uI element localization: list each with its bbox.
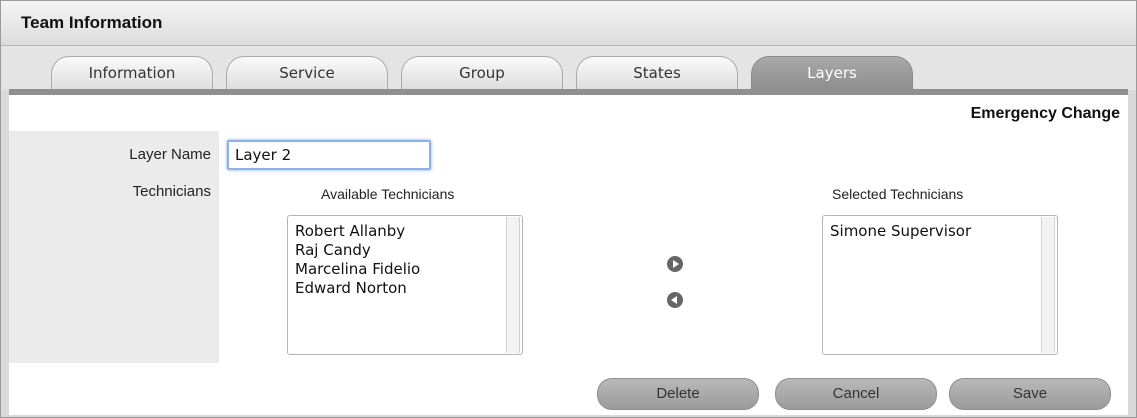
remove-technician-arrow-icon[interactable]	[667, 292, 683, 308]
save-button[interactable]: Save	[949, 378, 1111, 410]
layer-name-label: Layer Name	[129, 146, 211, 163]
available-list-scrollbar[interactable]	[506, 217, 520, 353]
tab-bar: Information Service Group States Layers	[1, 46, 1136, 90]
section-heading: Emergency Change	[970, 105, 1120, 122]
available-technicians-list[interactable]: Robert Allanby Raj Candy Marcelina Fidel…	[287, 215, 523, 355]
cancel-button[interactable]: Cancel	[775, 378, 937, 410]
list-item[interactable]: Marcelina Fidelio	[288, 260, 420, 279]
tab-states[interactable]: States	[576, 56, 738, 89]
label-column: Layer Name Technicians	[9, 131, 219, 363]
panel-header: Team Information	[1, 1, 1136, 46]
team-information-panel: Team Information Information Service Gro…	[0, 0, 1137, 418]
layer-name-input[interactable]: Layer 2	[227, 140, 431, 170]
list-item[interactable]: Raj Candy	[288, 241, 420, 260]
tab-service[interactable]: Service	[226, 56, 388, 89]
delete-button[interactable]: Delete	[597, 378, 759, 410]
tab-information[interactable]: Information	[51, 56, 213, 89]
list-item[interactable]: Edward Norton	[288, 279, 420, 298]
list-item[interactable]: Simone Supervisor	[823, 222, 971, 241]
tab-group[interactable]: Group	[401, 56, 563, 89]
list-item[interactable]: Robert Allanby	[288, 222, 420, 241]
selected-technicians-list[interactable]: Simone Supervisor	[822, 215, 1058, 355]
selected-list-scrollbar[interactable]	[1041, 217, 1055, 353]
technicians-label: Technicians	[132, 183, 211, 200]
available-technicians-header: Available Technicians	[321, 186, 455, 202]
layers-content: Emergency Change Layer Name Technicians …	[9, 89, 1128, 415]
tab-layers[interactable]: Layers	[751, 56, 913, 89]
panel-title: Team Information	[21, 13, 163, 32]
add-technician-arrow-icon[interactable]	[667, 256, 683, 272]
selected-technicians-header: Selected Technicians	[832, 186, 964, 202]
